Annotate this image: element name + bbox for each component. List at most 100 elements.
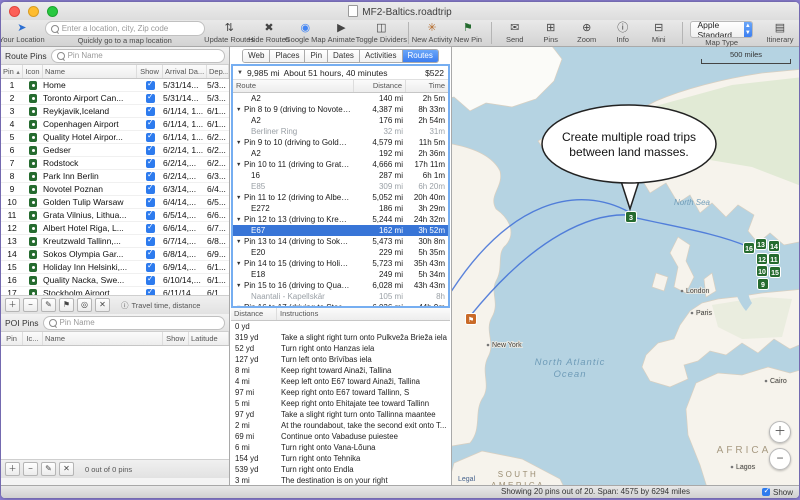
locate-pin-button[interactable]: ◎ bbox=[77, 298, 92, 312]
remove-pin-button[interactable]: − bbox=[23, 298, 38, 312]
route-row[interactable]: ▼Berliner Ring 32 mi 31m bbox=[233, 126, 448, 137]
start-pin[interactable]: ⚑ bbox=[465, 313, 477, 325]
map-pin[interactable]: 16 bbox=[743, 242, 755, 254]
route-row[interactable]: ▼Pin 15 to 16 (driving to Quality Nacka,… bbox=[233, 280, 448, 291]
show-checkbox[interactable] bbox=[137, 274, 163, 286]
disclosure-triangle-icon[interactable]: ▼ bbox=[236, 283, 244, 289]
route-pin-row[interactable]: 5 Quality Hotel Airpor... 6/1/14, 1... 6… bbox=[1, 131, 229, 144]
show-toggle[interactable]: Show bbox=[761, 486, 793, 498]
zoom-out-button[interactable]: − bbox=[769, 448, 791, 470]
detail-tab[interactable]: Dates bbox=[328, 50, 360, 62]
disclosure-triangle-icon[interactable]: ▼ bbox=[236, 195, 244, 201]
show-checkbox[interactable] bbox=[137, 157, 163, 169]
show-checkbox[interactable] bbox=[137, 235, 163, 247]
route-row[interactable]: ▼E85 309 mi 6h 20m bbox=[233, 181, 448, 192]
google-map-button[interactable]: ◉ Google Map bbox=[285, 21, 326, 44]
route-row[interactable]: ▼Pin 12 to 13 (driving to Kreutzwald Tal… bbox=[233, 214, 448, 225]
routes-table-header[interactable]: Route Distance Time bbox=[233, 80, 448, 93]
edit-pin-button[interactable]: ✎ bbox=[41, 298, 56, 312]
disclosure-triangle-icon[interactable]: ▼ bbox=[236, 239, 244, 245]
title-bar[interactable]: MF2-Baltics.roadtrip bbox=[1, 2, 799, 21]
instruction-row[interactable]: 539 yd Turn right onto Endla bbox=[231, 464, 450, 475]
toggle-dividers-button[interactable]: ◫ Toggle Dividers bbox=[356, 21, 407, 44]
route-pin-row[interactable]: 13 Kreutzwald Tallinn,... 6/7/14,... 6/8… bbox=[1, 235, 229, 248]
show-checkbox[interactable] bbox=[137, 118, 163, 130]
disclosure-triangle-icon[interactable]: ▼ bbox=[236, 217, 244, 223]
map-pin[interactable]: 12 bbox=[756, 253, 768, 265]
instruction-row[interactable]: 127 yd Turn left onto Brīvības iela bbox=[231, 354, 450, 365]
map-pin[interactable]: 13 bbox=[755, 238, 767, 250]
route-row[interactable]: ▼Pin 8 to 9 (driving to Novotel Poznan) … bbox=[233, 104, 448, 115]
route-pin-row[interactable]: 8 Park Inn Berlin 6/2/14,... 6/3... bbox=[1, 170, 229, 183]
route-pin-row[interactable]: 3 Reykjavik,Iceland 6/1/14, 1... 6/1... bbox=[1, 105, 229, 118]
map-canvas[interactable]: North Sea North Atlantic Ocean SOUTH AME… bbox=[452, 47, 799, 490]
zoom-in-button[interactable]: ＋ bbox=[769, 421, 791, 443]
route-row[interactable]: ▼16 287 mi 6h 1m bbox=[233, 170, 448, 181]
animate-button[interactable]: ▶ Animate bbox=[326, 21, 356, 44]
route-row[interactable]: ▼E18 249 mi 5h 34m bbox=[233, 269, 448, 280]
route-row[interactable]: ▼E67 162 mi 3h 52m bbox=[233, 225, 448, 236]
instructions-table-header[interactable]: Distance Instructions bbox=[231, 308, 450, 321]
show-checkbox[interactable] bbox=[137, 209, 163, 221]
update-routes-button[interactable]: ⇅ Update Routes bbox=[204, 21, 254, 44]
route-pin-row[interactable]: 2 Toronto Airport Can... 5/31/14... 5/3.… bbox=[1, 92, 229, 105]
map-pin[interactable]: 11 bbox=[768, 253, 780, 265]
map-pin[interactable]: 14 bbox=[768, 240, 780, 252]
instruction-row[interactable]: 2 mi At the roundabout, take the second … bbox=[231, 420, 450, 431]
flag-pin-button[interactable]: ⚑ bbox=[59, 298, 74, 312]
route-pin-row[interactable]: 12 Albert Hotel Riga, L... 6/6/14,... 6/… bbox=[1, 222, 229, 235]
route-row[interactable]: ▼Pin 14 to 15 (driving to Holiday Inn He… bbox=[233, 258, 448, 269]
route-pin-row[interactable]: 9 Novotel Poznan 6/3/14,... 6/4... bbox=[1, 183, 229, 196]
instruction-row[interactable]: 97 yd Take a slight right turn onto Tall… bbox=[231, 409, 450, 420]
instruction-row[interactable]: 6 mi Turn right onto Vana-Lõuna bbox=[231, 442, 450, 453]
show-checkbox[interactable] bbox=[761, 486, 770, 496]
show-checkbox[interactable] bbox=[137, 261, 163, 273]
map-pin[interactable]: 15 bbox=[769, 266, 781, 278]
disclosure-triangle-icon[interactable]: ▼ bbox=[237, 70, 243, 76]
route-pin-row[interactable]: 7 Rodstock 6/2/14,... 6/2... bbox=[1, 157, 229, 170]
route-pin-row[interactable]: 1 Home 5/31/14... 5/3... bbox=[1, 79, 229, 92]
show-checkbox[interactable] bbox=[137, 196, 163, 208]
instruction-row[interactable]: 8 mi Keep right toward Ainaži, Tallina bbox=[231, 365, 450, 376]
send-button[interactable]: ✉ Send bbox=[500, 21, 530, 44]
hide-routes-button[interactable]: ✖ Hide Routes bbox=[248, 21, 289, 44]
info-button[interactable]: ⓘ Info bbox=[608, 21, 638, 44]
delete-poi-button[interactable]: ✕ bbox=[59, 462, 74, 476]
poi-pins-table-empty[interactable] bbox=[1, 346, 229, 459]
route-row[interactable]: ▼Pin 10 to 11 (driving to Grata Vilnius,… bbox=[233, 159, 448, 170]
route-pin-row[interactable]: 6 Gedser 6/2/14, 1... 6/2... bbox=[1, 144, 229, 157]
show-checkbox[interactable] bbox=[137, 222, 163, 234]
add-poi-button[interactable]: ＋ bbox=[5, 462, 20, 476]
detail-tab[interactable]: Pin bbox=[305, 50, 329, 62]
route-pin-row[interactable]: 4 Copenhagen Airport 6/1/14, 1... 6/1... bbox=[1, 118, 229, 131]
mini-button[interactable]: ⊟ Mini bbox=[644, 21, 674, 44]
show-checkbox[interactable] bbox=[137, 170, 163, 182]
route-pin-row[interactable]: 10 Golden Tulip Warsaw 6/4/14,... 6/5... bbox=[1, 196, 229, 209]
route-row[interactable]: ▼Pin 11 to 12 (driving to Albert Hotel R… bbox=[233, 192, 448, 203]
detail-tab[interactable]: Routes bbox=[402, 50, 438, 62]
disclosure-triangle-icon[interactable]: ▼ bbox=[236, 140, 244, 146]
route-row[interactable]: ▼A2 192 mi 2h 36m bbox=[233, 148, 448, 159]
map-pin[interactable]: 9 bbox=[757, 278, 769, 290]
poi-pins-table-header[interactable]: Pin Ic... Name Show Latitude bbox=[1, 332, 229, 346]
map-pin[interactable]: 3 bbox=[625, 211, 637, 223]
instruction-row[interactable]: 0 yd bbox=[231, 321, 450, 332]
route-row[interactable]: ▼A2 176 mi 2h 54m bbox=[233, 115, 448, 126]
show-checkbox[interactable] bbox=[137, 183, 163, 195]
instruction-row[interactable]: 319 yd Take a slight right turn onto Pul… bbox=[231, 332, 450, 343]
show-checkbox[interactable] bbox=[137, 79, 163, 91]
route-row[interactable]: ▼E272 186 mi 3h 29m bbox=[233, 203, 448, 214]
legal-link[interactable]: Legal bbox=[458, 476, 475, 483]
show-checkbox[interactable] bbox=[137, 144, 163, 156]
show-checkbox[interactable] bbox=[137, 92, 163, 104]
route-pin-row[interactable]: 11 Grata Vilnius, Lithua... 6/5/14,... 6… bbox=[1, 209, 229, 222]
instruction-row[interactable]: 5 mi Keep right onto Ehitajate tee towar… bbox=[231, 398, 450, 409]
route-row[interactable]: ▼Pin 9 to 10 (driving to Golden Tulip Wa… bbox=[233, 137, 448, 148]
map-type-dropdown[interactable]: Apple Standard ▲ ▼ bbox=[690, 21, 753, 38]
route-pins-table-header[interactable]: Pin Icon Name Show Arrival Da... Dep... bbox=[1, 65, 229, 79]
disclosure-triangle-icon[interactable]: ▼ bbox=[236, 261, 244, 267]
route-pin-row[interactable]: 14 Sokos Olympia Gar... 6/8/14,... 6/9..… bbox=[1, 248, 229, 261]
disclosure-triangle-icon[interactable]: ▼ bbox=[236, 162, 244, 168]
route-pin-row[interactable]: 17 Stockholm Airport,... 6/11/14,... 6/1… bbox=[1, 287, 229, 295]
disclosure-triangle-icon[interactable]: ▼ bbox=[236, 107, 244, 113]
